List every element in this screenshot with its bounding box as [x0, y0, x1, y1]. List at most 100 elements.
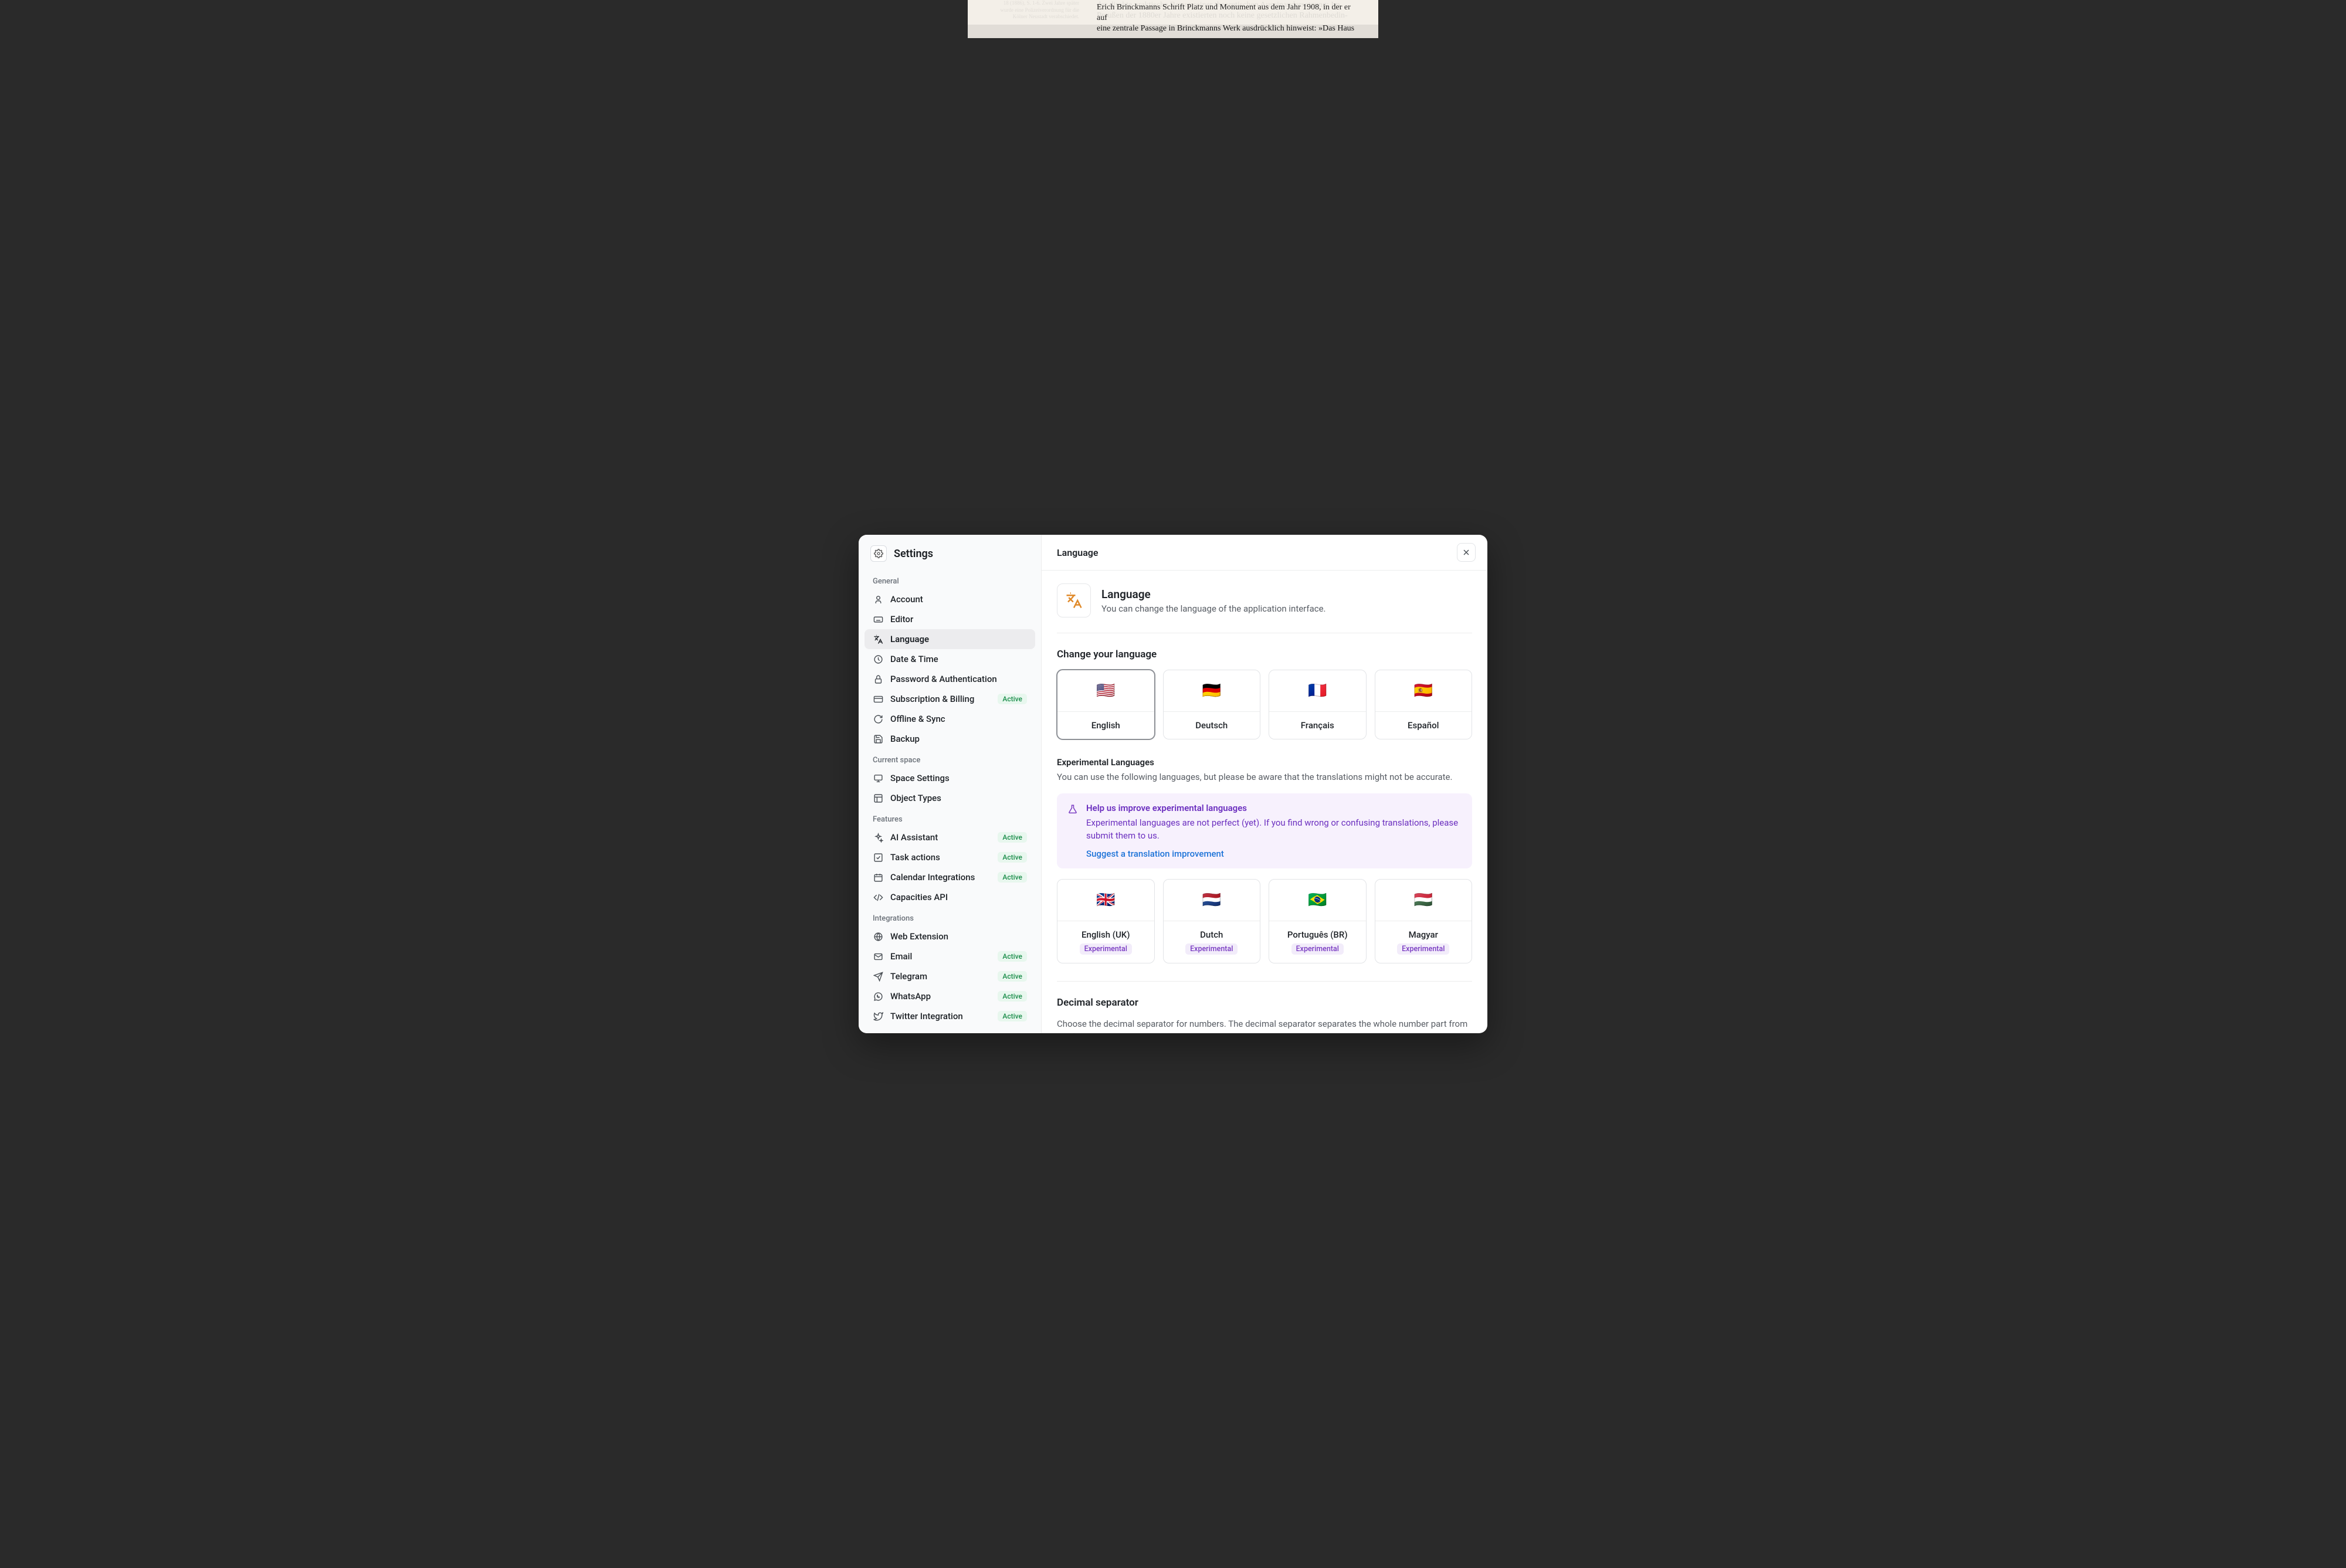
nav-label: Email — [890, 951, 912, 962]
flag-icon: 🇭🇺 — [1375, 880, 1472, 921]
section-general-label: General — [865, 570, 1035, 589]
sidebar-item-editor[interactable]: Editor — [865, 609, 1035, 629]
globe-icon — [873, 931, 883, 942]
sidebar-item-object-types[interactable]: Object Types — [865, 788, 1035, 808]
sidebar-item-datetime[interactable]: Date & Time — [865, 649, 1035, 669]
active-badge: Active — [998, 694, 1027, 704]
active-badge: Active — [998, 832, 1027, 843]
lang-card-dutch[interactable]: 🇳🇱 Dutch Experimental — [1163, 879, 1261, 963]
lock-icon — [873, 674, 883, 684]
nav-label: Object Types — [890, 793, 941, 803]
keyboard-icon — [873, 614, 883, 625]
twitter-icon — [873, 1011, 883, 1021]
flag-icon: 🇫🇷 — [1269, 670, 1366, 712]
nav-label: Editor — [890, 614, 913, 625]
main-header: Language — [1042, 535, 1487, 571]
experimental-desc: You can use the following languages, but… — [1057, 771, 1472, 784]
sidebar-item-language[interactable]: Language — [865, 629, 1035, 649]
lang-card-deutsch[interactable]: 🇩🇪 Deutsch — [1163, 670, 1261, 739]
flag-icon: 🇳🇱 — [1164, 880, 1260, 921]
callout-title: Help us improve experimental languages — [1086, 803, 1462, 813]
lang-name: Português (BR) — [1287, 929, 1348, 940]
experimental-badge: Experimental — [1291, 943, 1344, 955]
sparkle-icon — [873, 832, 883, 843]
credit-card-icon — [873, 694, 883, 704]
sidebar-item-account[interactable]: Account — [865, 589, 1035, 609]
sidebar-header: Settings — [859, 535, 1041, 570]
mail-icon — [873, 951, 883, 962]
settings-sidebar: Settings General Account Editor Language… — [859, 535, 1042, 1033]
sidebar-item-subscription[interactable]: Subscription & Billing Active — [865, 689, 1035, 709]
sidebar-item-offline[interactable]: Offline & Sync — [865, 709, 1035, 729]
active-badge: Active — [998, 852, 1027, 863]
sidebar-item-web-extension[interactable]: Web Extension — [865, 926, 1035, 946]
settings-main: Language Language You can change the lan… — [1042, 535, 1487, 1033]
experimental-badge: Experimental — [1080, 943, 1132, 955]
lang-card-magyar[interactable]: 🇭🇺 Magyar Experimental — [1375, 879, 1473, 963]
lang-card-english-uk[interactable]: 🇬🇧 English (UK) Experimental — [1057, 879, 1155, 963]
section-current-label: Current space — [865, 749, 1035, 768]
flag-icon: 🇪🇸 — [1375, 670, 1472, 712]
nav-label: Password & Authentication — [890, 674, 997, 684]
sidebar-item-email[interactable]: Email Active — [865, 946, 1035, 966]
language-hero: Language You can change the language of … — [1057, 583, 1472, 633]
sidebar-item-api[interactable]: Capacities API — [865, 887, 1035, 907]
sidebar-item-space-settings[interactable]: Space Settings — [865, 768, 1035, 788]
sidebar-item-whatsapp[interactable]: WhatsApp Active — [865, 986, 1035, 1006]
decimal-desc: Choose the decimal separator for numbers… — [1057, 1018, 1472, 1033]
check-square-icon — [873, 852, 883, 863]
nav-label: Twitter Integration — [890, 1011, 963, 1021]
lang-name: English (UK) — [1082, 929, 1130, 940]
layout-icon — [873, 793, 883, 803]
nav-label: Subscription & Billing — [890, 694, 974, 704]
nav-label: Capacities API — [890, 892, 948, 902]
sidebar-title: Settings — [894, 548, 933, 560]
active-badge: Active — [998, 1011, 1027, 1021]
monitor-icon — [873, 773, 883, 783]
lang-card-portugues-br[interactable]: 🇧🇷 Português (BR) Experimental — [1269, 879, 1367, 963]
sidebar-item-password[interactable]: Password & Authentication — [865, 669, 1035, 689]
gear-icon — [870, 545, 887, 562]
decimal-heading: Decimal separator — [1057, 997, 1472, 1009]
sidebar-item-backup[interactable]: Backup — [865, 729, 1035, 749]
active-badge: Active — [998, 971, 1027, 982]
suggest-translation-link[interactable]: Suggest a translation improvement — [1086, 849, 1224, 859]
section-integrations-label: Integrations — [865, 907, 1035, 926]
whatsapp-icon — [873, 991, 883, 1002]
lang-card-english[interactable]: 🇺🇸 English — [1057, 670, 1155, 739]
callout-body: Experimental languages are not perfect (… — [1086, 817, 1462, 843]
lang-card-espanol[interactable]: 🇪🇸 Español — [1375, 670, 1473, 739]
nav-label: Date & Time — [890, 654, 938, 664]
sidebar-item-task-actions[interactable]: Task actions Active — [865, 847, 1035, 867]
nav-label: Account — [890, 594, 923, 605]
experimental-callout: Help us improve experimental languages E… — [1057, 793, 1472, 869]
lang-name: Français — [1301, 720, 1334, 731]
save-icon — [873, 734, 883, 744]
experimental-badge: Experimental — [1185, 943, 1238, 955]
sidebar-item-telegram[interactable]: Telegram Active — [865, 966, 1035, 986]
nav-label: WhatsApp — [890, 991, 931, 1002]
active-badge: Active — [998, 872, 1027, 883]
sidebar-item-ai[interactable]: AI Assistant Active — [865, 827, 1035, 847]
lang-card-francais[interactable]: 🇫🇷 Français — [1269, 670, 1367, 739]
sidebar-item-calendar[interactable]: Calendar Integrations Active — [865, 867, 1035, 887]
sync-icon — [873, 714, 883, 724]
nav-label: Calendar Integrations — [890, 872, 975, 883]
settings-modal: Settings General Account Editor Language… — [859, 535, 1487, 1033]
divider — [1057, 981, 1472, 982]
active-badge: Active — [998, 991, 1027, 1002]
nav-label: Web Extension — [890, 931, 948, 942]
sidebar-item-twitter[interactable]: Twitter Integration Active — [865, 1006, 1035, 1026]
close-button[interactable] — [1457, 543, 1476, 562]
active-badge: Active — [998, 951, 1027, 962]
lang-name: English — [1091, 720, 1120, 731]
hero-title: Language — [1101, 588, 1326, 601]
backdrop-document: 18 (1886), S. 1-6. Zwei Jahre später wur… — [0, 0, 2346, 25]
flag-icon: 🇧🇷 — [1269, 880, 1366, 921]
flag-icon: 🇩🇪 — [1164, 670, 1260, 712]
translate-icon — [873, 634, 883, 644]
experimental-language-grid: 🇬🇧 English (UK) Experimental 🇳🇱 Dutch Ex… — [1057, 879, 1472, 963]
lang-name: Magyar — [1409, 929, 1438, 940]
lang-name: Dutch — [1200, 929, 1223, 940]
experimental-heading: Experimental Languages — [1057, 757, 1472, 768]
